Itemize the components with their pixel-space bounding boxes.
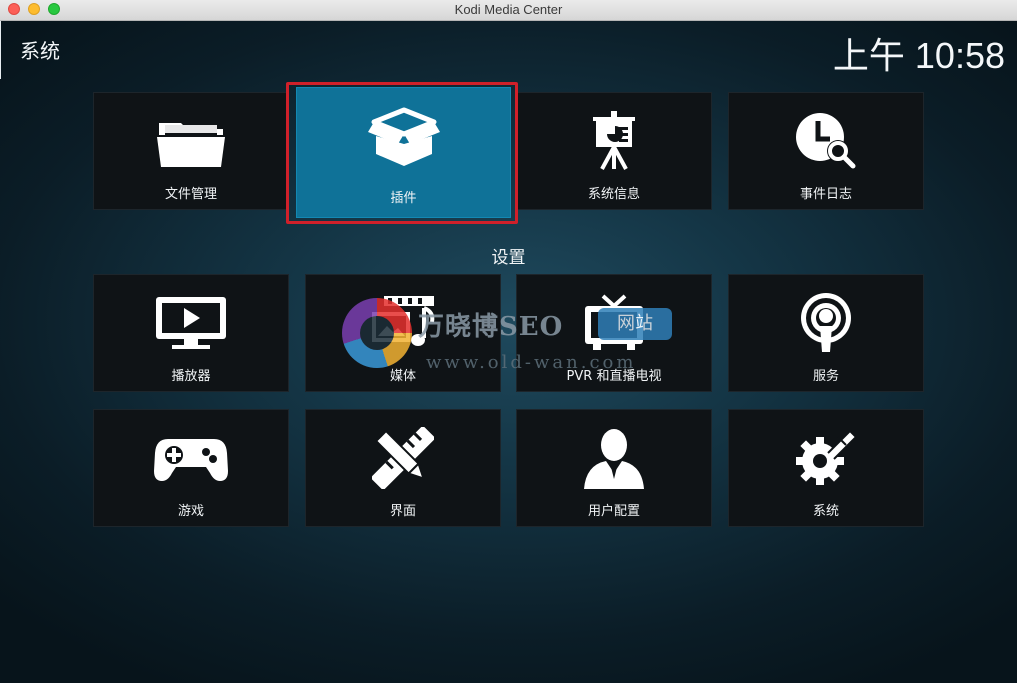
left-edge-marker [0,21,1,79]
tile-player[interactable]: 播放器 [93,274,289,392]
kodi-window: Kodi Media Center 系统 上午 10:58 文件管理 插件 系统… [0,0,1017,683]
tile-label: 系统信息 [587,187,640,202]
tile-system-info[interactable]: 系统信息 [516,92,712,210]
pencil-ruler-icon [363,426,443,490]
presentation-icon [574,109,654,173]
tile-system[interactable]: 系统 [728,409,924,527]
tile-services[interactable]: 服务 [728,274,924,392]
page-title: 系统 [20,39,60,63]
tile-label: 播放器 [171,369,211,384]
title-bar: Kodi Media Center [0,0,1017,21]
folder-icon [151,109,231,173]
tile-label: 系统 [812,504,839,519]
clock: 上午 10:58 [832,35,1005,76]
tile-label: PVR 和直播电视 [566,369,662,384]
user-icon [574,426,654,490]
tile-media[interactable]: 媒体 [305,274,501,392]
tile-event-log[interactable]: 事件日志 [728,92,924,210]
clock-search-icon [786,109,866,173]
tile-label: 服务 [812,369,839,384]
tile-addons[interactable]: 插件 [296,87,511,218]
tile-file-manager[interactable]: 文件管理 [93,92,289,210]
play-screen-icon [151,291,231,355]
settings-section-title: 设置 [491,248,526,268]
tile-label: 游戏 [177,504,204,519]
broadcast-icon [786,291,866,355]
tile-profiles[interactable]: 用户配置 [516,409,712,527]
tile-label: 用户配置 [587,504,640,519]
gears-tools-icon [786,426,866,490]
tile-label: 媒体 [389,369,416,384]
window-title: Kodi Media Center [454,2,563,17]
tile-label: 插件 [390,191,417,206]
tile-pvr-live-tv[interactable]: PVR 和直播电视 [516,274,712,392]
system-screen: 系统 上午 10:58 文件管理 插件 系统信息 事件日志 设置 播放器 媒体 … [0,21,1017,683]
tile-interface[interactable]: 界面 [305,409,501,527]
tile-label: 事件日志 [799,187,852,202]
tile-label: 界面 [389,504,416,519]
tv-icon [574,291,654,355]
tile-games[interactable]: 游戏 [93,409,289,527]
package-icon [364,106,444,170]
gamepad-icon [151,426,231,490]
media-icon [363,291,443,355]
tile-label: 文件管理 [164,187,217,202]
